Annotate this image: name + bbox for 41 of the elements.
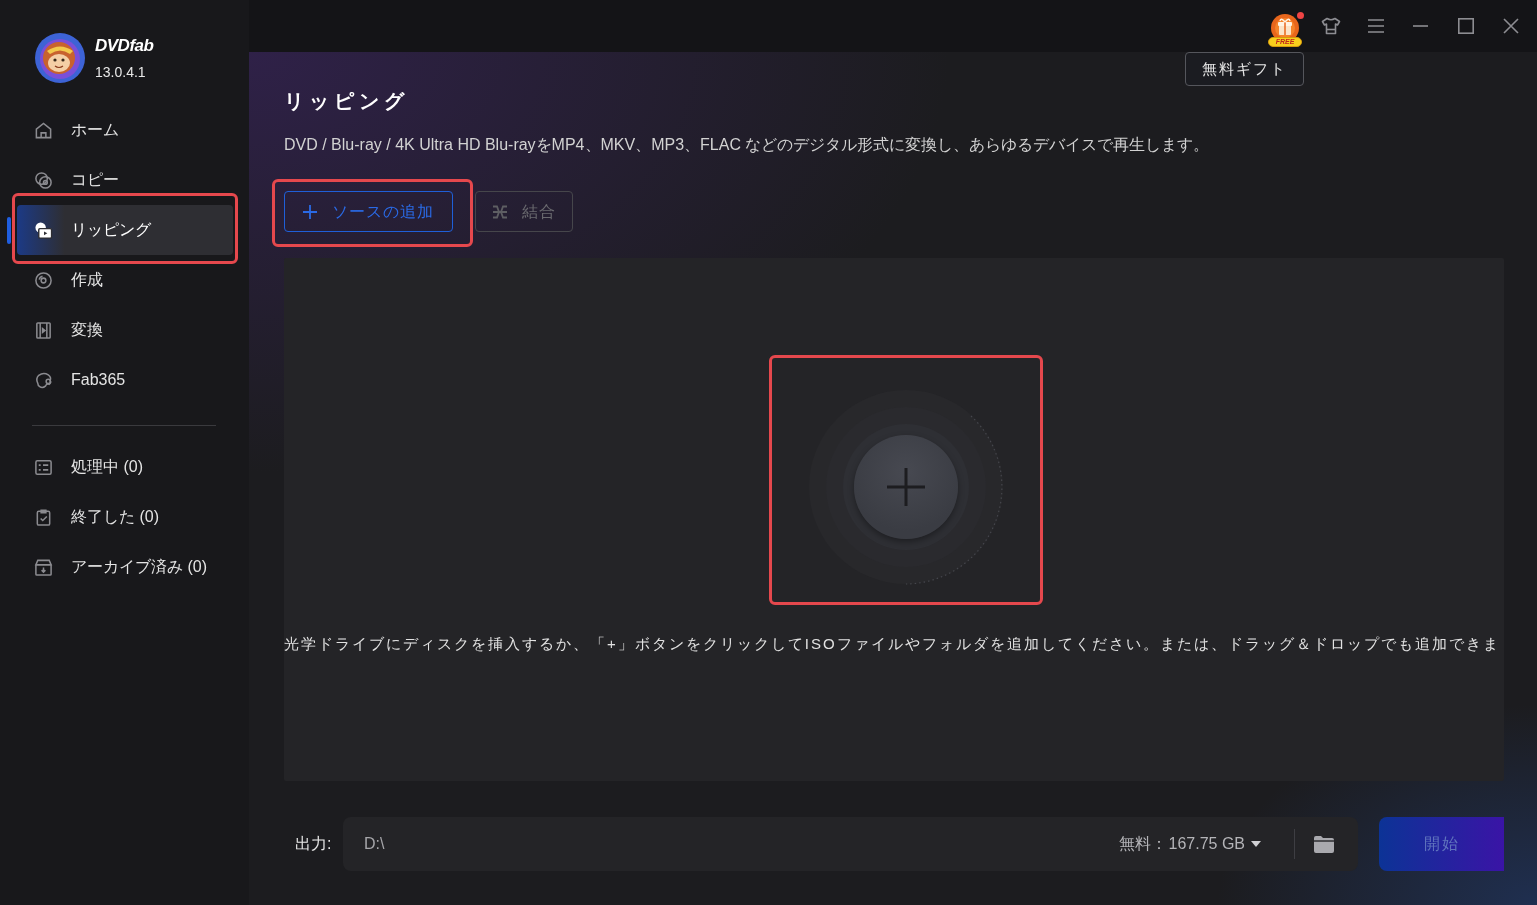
free-space-dropdown[interactable]: 167.75 GB [1168, 832, 1261, 856]
task-list-icon [34, 457, 53, 477]
drop-hint: 光学ドライブにディスクを挿入するか、「+」ボタンをクリックしてISOファイルやフォルダを追加してください。または、ドラッグ＆ドロップでも追加できま [284, 634, 1501, 654]
maximize-icon [1457, 18, 1474, 34]
film-strip-icon [34, 320, 53, 340]
logo-icon [35, 33, 85, 83]
sidebar-item[interactable]: 変換 [17, 305, 233, 355]
sidebar-item[interactable]: コピー [17, 155, 233, 205]
clipboard-check-icon [34, 507, 53, 527]
tooltip: 無料ギフト [1185, 52, 1304, 86]
discs-icon [34, 170, 53, 190]
plus-icon [886, 467, 926, 507]
disc-icon [34, 270, 53, 290]
folder-disc-icon [34, 220, 53, 240]
sidebar-item[interactable]: 処理中 (0) [17, 442, 233, 492]
home-icon [34, 120, 53, 140]
browse-folder-button[interactable] [1313, 833, 1335, 855]
menu-icon [1367, 19, 1384, 33]
archive-box-icon [34, 557, 53, 577]
sidebar-item[interactable]: ホーム [17, 105, 233, 155]
close-icon [1502, 18, 1519, 34]
merge-icon [492, 204, 508, 219]
output-label: 出力: [295, 834, 333, 854]
folder-icon [1313, 834, 1335, 854]
head-icon [34, 370, 53, 390]
app-version: 13.0.4.1 [95, 64, 147, 80]
shirt-icon [1320, 17, 1341, 35]
plus-icon [303, 204, 317, 219]
app-name: DVDfab [95, 36, 154, 56]
page-description: DVD / Blu-ray / 4K Ultra HD Blu-rayをMP4、MKV、MP3、FLAC などのデジタル形式に変換し、あらゆるデバイスで再生します。 [284, 135, 1211, 155]
sidebar-item[interactable]: Fab365 [17, 355, 233, 405]
sidebar-item[interactable]: アーカイブ済み (0) [17, 542, 233, 592]
sidebar-item[interactable]: リッピング [17, 205, 233, 255]
free-space-label: 無料： [1118, 834, 1167, 854]
active-indicator [7, 217, 11, 244]
output-path-field[interactable]: D:\ 無料：167.75 GB [343, 817, 1358, 871]
minimize-icon [1413, 25, 1428, 27]
caret-icon [1251, 841, 1261, 847]
sidebar-item[interactable]: 作成 [17, 255, 233, 305]
sidebar-item[interactable]: 終了した (0) [17, 492, 233, 542]
page-title: リッピング [284, 89, 410, 114]
